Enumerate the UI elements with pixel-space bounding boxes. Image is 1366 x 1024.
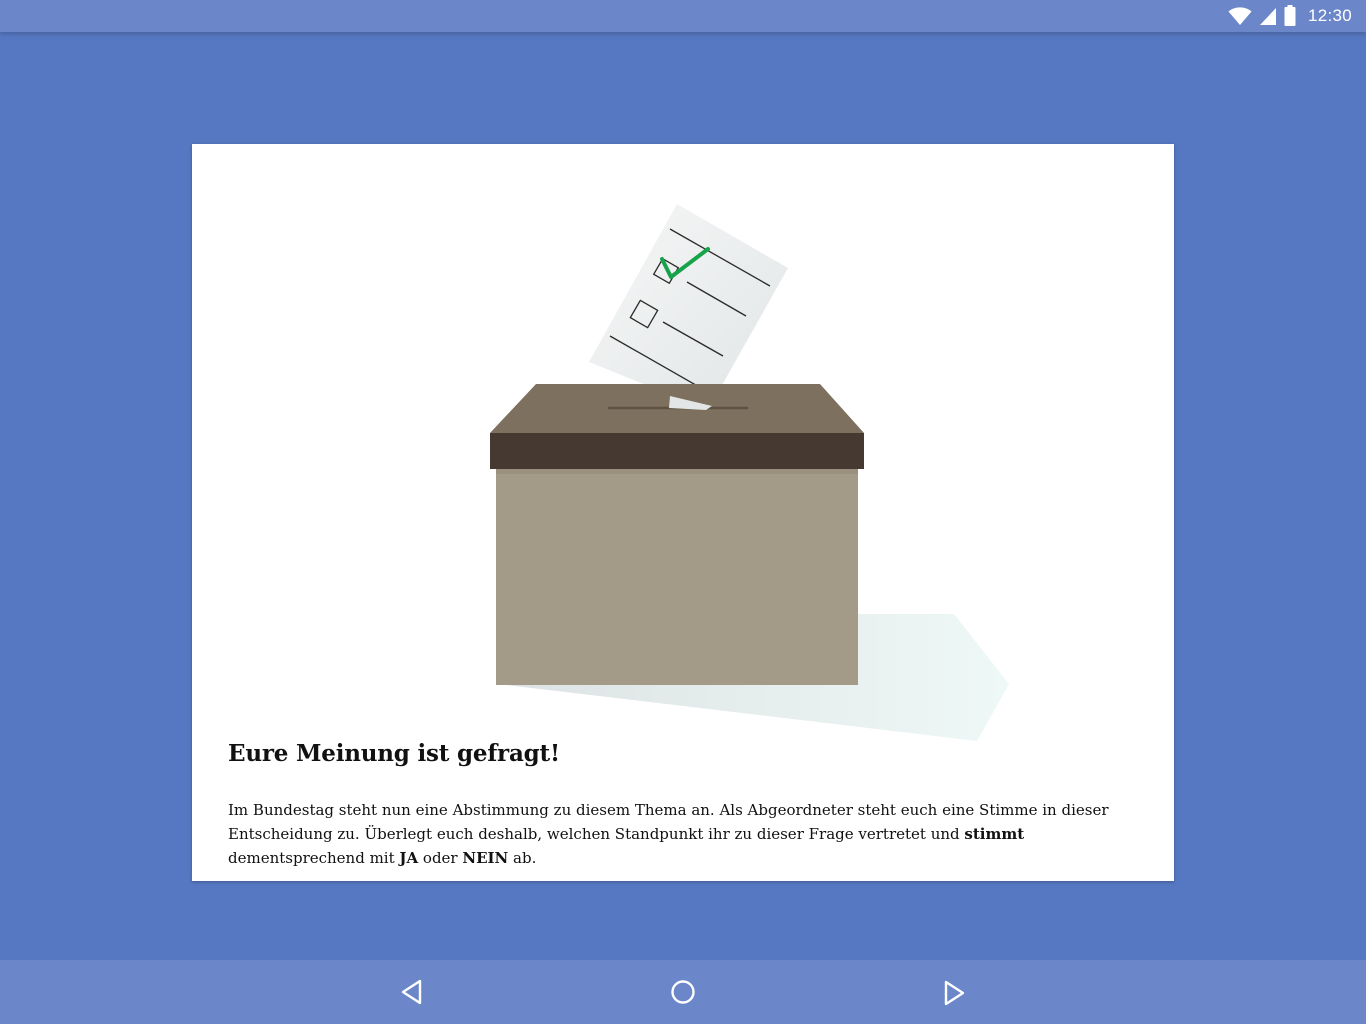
- box-body: [496, 469, 858, 685]
- status-icons: 12:30: [1228, 0, 1352, 32]
- forward-icon: [944, 980, 965, 1006]
- status-clock: 12:30: [1307, 6, 1352, 25]
- wifi-icon: [1228, 7, 1252, 25]
- body-text-segment: dementsprechend mit: [228, 849, 400, 867]
- home-button[interactable]: [659, 972, 707, 1012]
- box-band: [490, 433, 864, 469]
- card-body-text: Im Bundestag steht nun eine Abstimmung z…: [228, 798, 1138, 870]
- forward-button[interactable]: [930, 972, 978, 1012]
- body-text-bold-nein: NEIN: [462, 849, 509, 867]
- back-button[interactable]: [388, 972, 436, 1012]
- body-text-bold-stimmt: stimmt: [964, 825, 1025, 843]
- status-bar: 12:30: [0, 0, 1366, 32]
- back-icon: [401, 979, 422, 1005]
- body-text-segment: ab.: [508, 849, 537, 867]
- info-card: Eure Meinung ist gefragt! Im Bundestag s…: [192, 144, 1174, 881]
- body-text-bold-ja: JA: [399, 849, 419, 867]
- battery-icon: [1284, 5, 1296, 26]
- body-text-segment: oder: [418, 849, 463, 867]
- home-icon: [671, 980, 695, 1004]
- ballot-paper: [589, 204, 788, 410]
- ballot-box-illustration: [490, 204, 1009, 741]
- card-title: Eure Meinung ist gefragt!: [228, 740, 560, 767]
- cellular-signal-icon: [1259, 8, 1276, 25]
- navigation-bar: [0, 960, 1366, 1024]
